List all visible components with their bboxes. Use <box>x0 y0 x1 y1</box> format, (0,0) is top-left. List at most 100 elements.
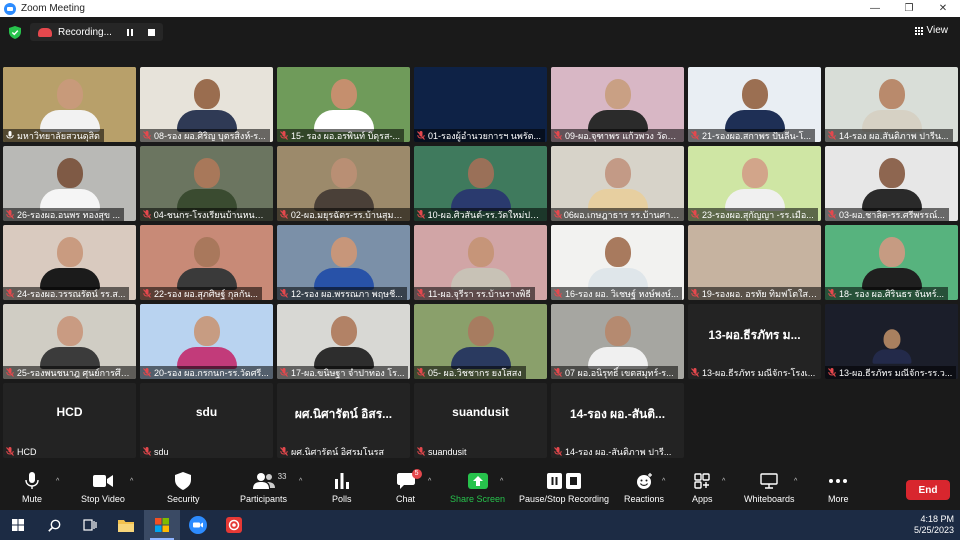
minimize-button[interactable]: — <box>858 0 892 17</box>
microphone-muted-icon <box>554 447 565 456</box>
encryption-shield-icon[interactable] <box>9 26 21 39</box>
participant-name: 06ผอ.เกษฎาธาร รร.บ้านศาลาลู... <box>563 209 680 220</box>
participants-count: 33 <box>277 472 287 481</box>
whiteboards-options-caret[interactable]: ^ <box>794 478 797 485</box>
search-icon[interactable] <box>36 510 72 540</box>
participant-tile[interactable]: 09-ผอ.จุฑาพร แก้วพวง วัดส... <box>551 67 684 142</box>
task-view-icon[interactable] <box>72 510 108 540</box>
pause-stop-recording-button[interactable]: Pause/Stop Recording <box>519 472 609 504</box>
pause-recording-button[interactable] <box>127 28 139 36</box>
audio-options-caret[interactable]: ^ <box>56 478 59 485</box>
participant-tile[interactable]: HCD HCD <box>3 383 136 458</box>
microphone-muted-icon <box>280 447 291 456</box>
video-options-caret[interactable]: ^ <box>130 478 133 485</box>
whiteboards-button[interactable]: Whiteboards <box>744 472 795 504</box>
camera-icon <box>92 472 113 490</box>
security-button[interactable]: Security <box>167 472 200 504</box>
participant-tile[interactable]: 19-รองผอ. อรทัย ทิมฟโตใส ... <box>688 225 821 300</box>
microphone-muted-icon <box>417 289 428 298</box>
participant-tile[interactable]: 22-รอง ผอ.สุภศิษฐ์ กุลกัน... <box>140 225 273 300</box>
close-button[interactable]: ✕ <box>926 0 960 17</box>
participant-tile[interactable]: 10-ผอ.ศิวสันต์-รร.วัดใหม่ปาร... <box>414 146 547 221</box>
share-options-caret[interactable]: ^ <box>500 478 503 485</box>
more-dots-icon <box>829 472 848 490</box>
participant-tile[interactable]: 11-ผอ.จุรีรา รร.บ้านรางพิธี <box>414 225 547 300</box>
participant-tile[interactable]: 23-รองผอ.สุกัญญา -รร.เมือ... <box>688 146 821 221</box>
participant-tile[interactable]: 18- รอง ผอ.ศิรินธร จันทร์... <box>825 225 958 300</box>
participant-tile[interactable]: 08-รอง ผอ.ศิริญ บุตรสิงห์-ร... <box>140 67 273 142</box>
participant-tile[interactable]: 13-ผอ.ธีรภัทร ม... 13-ผอ.ธีรภัทร มณีจักร-… <box>688 304 821 379</box>
apps-button[interactable]: Apps <box>692 472 713 504</box>
participant-tile[interactable]: 03-ผอ.ชาลิต-รร.ศรีพรรณ์... <box>825 146 958 221</box>
more-button[interactable]: More <box>828 472 849 504</box>
participant-nameplate: 14-รอง ผอ.สันติภาพ ปารีน... <box>825 129 953 142</box>
participant-tile[interactable]: 13-ผอ.ธีรภัทร มณีจักร-รร.ว... <box>825 304 958 379</box>
participants-options-caret[interactable]: ^ <box>299 478 302 485</box>
participant-video-silhouette <box>587 316 648 369</box>
participant-display-name: sdu <box>195 405 218 419</box>
chat-button[interactable]: 5 Chat <box>396 469 422 504</box>
reactions-options-caret[interactable]: ^ <box>662 478 665 485</box>
participant-tile[interactable]: ผศ.นิศารัตน์ อิสร... ผศ.นิศารัตน์ อิศรมโน… <box>277 383 410 458</box>
chat-options-caret[interactable]: ^ <box>428 478 431 485</box>
system-clock[interactable]: 4:18 PM 5/25/2023 <box>914 514 954 536</box>
participant-name: 01-รองผู้อำนวยการฯ นพรัต... <box>428 130 542 141</box>
zoom-app-icon[interactable] <box>180 510 216 540</box>
participant-name: 21-รองผอ.สกาพร ปันลีน-โ... <box>702 130 811 141</box>
participant-nameplate: 12-รอง ผอ.พรรณภา พฤษชี... <box>277 287 407 300</box>
participant-nameplate: 25-รองพนชนาฎ ศุนย์การศึก... <box>3 366 136 379</box>
participant-tile[interactable]: 25-รองพนชนาฎ ศุนย์การศึก... <box>3 304 136 379</box>
participant-name: มหาวิทยาลัยสวนดุสิต <box>17 130 100 141</box>
participant-nameplate: 17-ผอ.ขนิษฐา จำปาทอง โร... <box>277 366 409 379</box>
participant-tile[interactable]: 04-ชนกร-โรงเรียนบ้านหนอง... <box>140 146 273 221</box>
participant-nameplate: 09-ผอ.จุฑาพร แก้วพวง วัดส... <box>551 129 684 142</box>
windows-taskbar: 4:18 PM 5/25/2023 <box>0 510 960 540</box>
security-shield-icon <box>175 472 192 490</box>
polls-button[interactable]: Polls <box>332 472 352 504</box>
participant-tile[interactable]: 16-รอง ผอ. วิเชษฐ์ หงษ์พงษ์... <box>551 225 684 300</box>
participant-tile[interactable]: 14-รอง ผอ.สันติภาพ ปารีน... <box>825 67 958 142</box>
participant-tile[interactable]: 07 ผอ.อนิรุทธิ์ เขตสมุทร์-ร... <box>551 304 684 379</box>
participant-video-silhouette <box>176 158 237 211</box>
participant-tile[interactable]: มหาวิทยาลัยสวนดุสิต <box>3 67 136 142</box>
participant-nameplate: 20-รอง ผอ.กรกนก-รร.วัดศรี... <box>140 366 273 379</box>
participant-tile[interactable]: 14-รอง ผอ.-สันติ... 14-รอง ผอ.-สันติภาพ ป… <box>551 383 684 458</box>
participants-button[interactable]: 33 Participants <box>240 472 287 504</box>
participant-tile[interactable]: sdu sdu <box>140 383 273 458</box>
apps-options-caret[interactable]: ^ <box>722 478 725 485</box>
end-meeting-button[interactable]: End <box>906 480 950 500</box>
participant-tile[interactable]: 21-รองผอ.สกาพร ปันลีน-โ... <box>688 67 821 142</box>
stop-video-button[interactable]: Stop Video <box>81 472 125 504</box>
stop-recording-button[interactable] <box>148 28 155 36</box>
participant-video-silhouette <box>861 158 922 211</box>
recording-controls-icon <box>547 472 582 490</box>
participant-tile[interactable]: 15- รอง ผอ.อรพินท์ บิดุรส-... <box>277 67 410 142</box>
participant-tile[interactable]: 24-รองผอ.วรรณรัตน์ รร.ส... <box>3 225 136 300</box>
windows-start-icon[interactable] <box>0 510 36 540</box>
participant-tile[interactable]: 26-รองผอ.อนพร ทองสุข ... <box>3 146 136 221</box>
participant-nameplate: suandusit <box>414 445 471 458</box>
participant-nameplate: 04-ชนกร-โรงเรียนบ้านหนอง... <box>140 208 273 221</box>
store-app-icon[interactable] <box>144 510 180 540</box>
participant-tile[interactable]: 06ผอ.เกษฎาธาร รร.บ้านศาลาลู... <box>551 146 684 221</box>
participant-nameplate: 21-รองผอ.สกาพร ปันลีน-โ... <box>688 129 815 142</box>
participant-video-silhouette <box>313 158 374 211</box>
file-explorer-icon[interactable] <box>108 510 144 540</box>
screen-recorder-icon[interactable] <box>216 510 252 540</box>
participant-tile[interactable]: 17-ผอ.ขนิษฐา จำปาทอง โร... <box>277 304 410 379</box>
participant-tile[interactable]: 01-รองผู้อำนวยการฯ นพรัต... <box>414 67 547 142</box>
view-button[interactable]: View <box>914 25 948 36</box>
participant-tile[interactable]: 05- ผอ.วิชชากร ยงโสสง <box>414 304 547 379</box>
participant-tile[interactable]: suandusit suandusit <box>414 383 547 458</box>
mute-button[interactable]: Mute <box>22 472 42 504</box>
microphone-muted-icon <box>280 289 291 298</box>
participant-tile[interactable]: 20-รอง ผอ.กรกนก-รร.วัดศรี... <box>140 304 273 379</box>
reactions-button[interactable]: Reactions <box>624 472 664 504</box>
maximize-button[interactable]: ❐ <box>892 0 926 17</box>
participant-video-silhouette <box>587 158 648 211</box>
participant-tile[interactable]: 02-ผอ.มยุรฉัตร-รร.บ้านสุมพ... <box>277 146 410 221</box>
participant-display-name: 14-รอง ผอ.-สันติ... <box>569 407 666 421</box>
share-screen-button[interactable]: Share Screen <box>450 472 505 504</box>
participant-video-silhouette <box>313 316 374 369</box>
participant-tile[interactable]: 12-รอง ผอ.พรรณภา พฤษชี... <box>277 225 410 300</box>
